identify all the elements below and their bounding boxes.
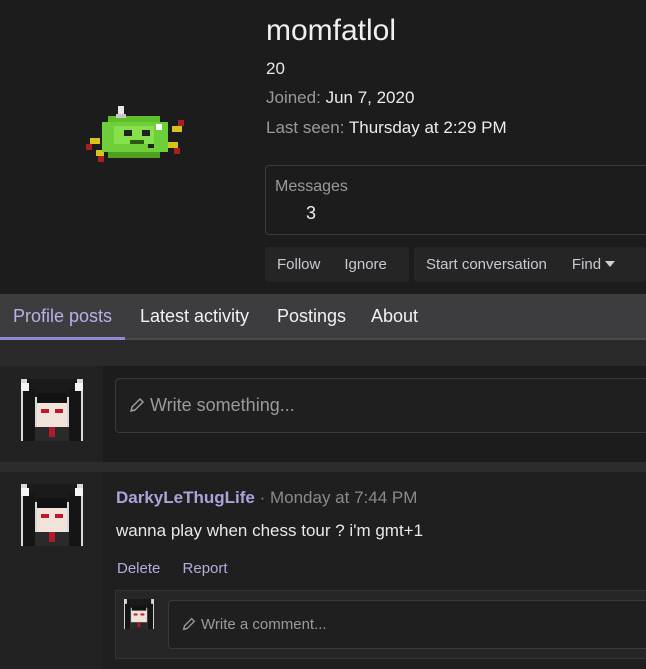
joined-value: Jun 7, 2020 [325,88,415,107]
write-something-placeholder: Write something... [150,395,295,415]
post-avatar-cell [0,472,103,669]
profile-last-seen: Last seen: Thursday at 2:29 PM [266,118,507,138]
caret-down-icon [605,261,616,268]
compose-avatar-cell [0,366,103,462]
divider [0,340,646,366]
profile-tabs: Profile posts Latest activity Postings A… [0,294,646,340]
profile-header: momfatlol 20 Joined: Jun 7, 2020 Last se… [0,0,646,294]
tab-latest-activity[interactable]: Latest activity [140,294,249,340]
write-comment-placeholder: Write a comment... [201,616,327,633]
find-dropdown-button[interactable]: Find [559,247,627,282]
delete-post-link[interactable]: Delete [117,560,160,577]
profile-username: momfatlol [266,14,397,47]
tab-profile-posts[interactable]: Profile posts [0,294,126,340]
post-meta: DarkyLeThugLife · Monday at 7:44 PM [116,488,417,508]
profile-post: DarkyLeThugLife · Monday at 7:44 PM wann… [0,472,646,669]
comment-user-avatar[interactable] [124,599,154,629]
post-author-avatar[interactable] [21,484,83,546]
post-timestamp[interactable]: Monday at 7:44 PM [270,488,417,507]
post-body: wanna play when chess tour ? i'm gmt+1 [116,521,424,540]
current-user-avatar[interactable] [21,379,83,441]
messages-stat-value[interactable]: 3 [306,203,316,224]
last-seen-value[interactable]: Thursday at 2:29 PM [349,118,507,137]
messages-stat[interactable]: Messages 3 [265,165,646,235]
post-author-link[interactable]: DarkyLeThugLife [116,488,255,507]
profile-user-title: 20 [266,59,285,78]
tab-postings[interactable]: Postings [277,294,346,340]
start-conversation-button[interactable]: Start conversation [414,247,559,282]
follow-ignore-group: Follow Ignore [265,247,409,282]
write-comment-input[interactable]: Write a comment... [168,600,646,649]
last-seen-label: Last seen: [266,118,345,137]
joined-label: Joined: [266,88,321,107]
tab-about[interactable]: About [371,294,418,340]
find-label: Find [571,256,602,273]
pencil-icon [129,397,145,412]
ignore-button[interactable]: Ignore [332,247,399,282]
post-actions: Delete Report [117,560,246,577]
pencil-icon [182,617,196,630]
follow-button[interactable]: Follow [265,247,332,282]
profile-post-compose: Write something... [0,366,646,462]
write-something-input[interactable]: Write something... [115,378,646,433]
post-meta-separator: · [254,488,270,507]
profile-joined: Joined: Jun 7, 2020 [266,88,414,108]
report-post-link[interactable]: Report [183,560,228,577]
comment-compose: Write a comment... [115,590,646,659]
divider [0,462,646,472]
messages-stat-label: Messages [275,178,348,195]
profile-avatar-sprite-icon[interactable] [84,100,188,164]
conversation-find-group: Start conversation Find [414,247,646,282]
